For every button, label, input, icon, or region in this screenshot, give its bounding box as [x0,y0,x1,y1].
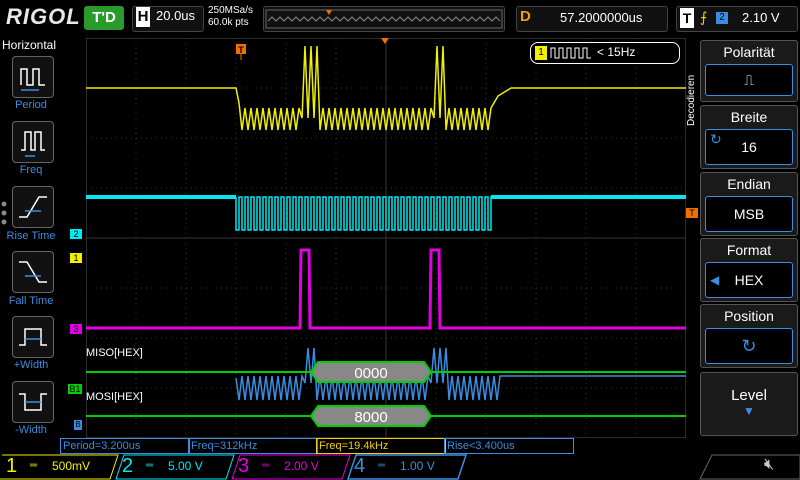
counter-pulse-icon [550,47,591,59]
bus-marker[interactable]: B1 [68,384,82,394]
waveform-canvas: 0000 8000 MISO[HEX] MOSI[HEX] T [85,37,687,439]
ch1-ground-marker[interactable]: 1 [70,253,82,263]
position-title: Position [724,308,774,324]
width-value: 16 [741,139,757,155]
position-menu-item[interactable]: Position ↻ [700,304,798,368]
format-value-box: ◀ HEX [705,262,793,298]
measurement-period-text: Period=3.200us [63,440,141,452]
miso-label: MISO[HEX] [86,347,143,359]
brand-logo: RIGOL [6,4,81,29]
trigger-level-marker[interactable]: T [686,208,698,218]
decode-menu-tab: Decodieren [686,74,697,126]
format-value: HEX [734,272,764,288]
trigger-label: T [680,8,694,28]
memory-depth: 60.0k pts [208,17,249,28]
negative-width-icon [19,393,47,411]
format-title: Format [726,242,772,258]
pos-width-button[interactable] [12,316,54,358]
chevron-left-icon: ◀ [710,273,720,287]
chevron-down-icon: ▼ [743,404,755,418]
counter-channel-badge: 1 [535,46,547,60]
mosi-label: MOSI[HEX] [86,391,143,403]
freq-label: Freq [19,164,43,176]
frequency-counter[interactable]: 1 < 15Hz [530,42,680,64]
endian-title: Endian [727,176,771,192]
counter-value: < 15Hz [597,45,636,59]
polarity-title: Polarität [723,44,775,60]
speaker-mute-icon[interactable]: 🔇︎ [764,456,774,474]
position-knob-icon: ↻ [705,328,793,364]
memory-trigger-marker [326,10,332,15]
frequency-icon [21,131,45,157]
delay-label: D [520,8,531,25]
ch3-ground-marker[interactable]: 3 [70,324,82,334]
delay-value: 57.2000000us [560,10,643,25]
neg-width-label: -Width [15,424,47,436]
ch4-waveform [235,347,686,401]
period-label: Period [15,99,47,111]
trigger-status-badge: T'D [84,6,124,30]
fall-time-button[interactable] [12,251,54,293]
channel-bar-frame [0,454,800,480]
miso-value: 0000 [354,365,387,382]
polarity-menu-item[interactable]: Polarität ⎍ [700,40,798,102]
left-page-dots [1,201,7,225]
freq-button[interactable] [12,121,54,163]
waveform-display[interactable]: 0000 8000 MISO[HEX] MOSI[HEX] T [85,37,687,439]
endian-menu-item[interactable]: Endian MSB [700,172,798,236]
memory-overview-bar[interactable] [263,6,505,32]
trigger-source-badge: 2 [716,12,728,24]
sample-rate-info: 250MSa/s 60.0k pts [208,5,253,29]
polarity-value: ⎍ [705,64,793,96]
trigger-position-marker [381,38,389,44]
memory-waveform-preview [265,9,503,29]
ch4-ground-marker[interactable]: B [74,420,82,430]
sample-rate: 250MSa/s [208,5,254,16]
left-menu-title: Horizontal [2,38,57,52]
width-menu-item[interactable]: Breite ↻ 16 [700,105,798,169]
rise-time-button[interactable] [12,186,54,228]
period-icon [20,68,45,91]
endian-value: MSB [705,196,793,232]
measurement-rise-text: Rise<3.400us [447,440,515,452]
fall-time-label: Fall Time [8,295,54,307]
mosi-value: 8000 [354,409,387,426]
period-button[interactable] [12,56,54,98]
positive-width-icon [19,328,47,346]
ch2-waveform [86,195,686,231]
rotate-knob-icon: ↻ [710,131,722,147]
timebase-value: 20.0us [156,8,196,23]
neg-width-button[interactable] [12,381,54,423]
level-menu-item[interactable]: Level ▼ [700,372,798,436]
ch2-ground-marker[interactable]: 2 [70,229,82,239]
rise-time-label: Rise Time [6,230,56,242]
fall-time-icon [19,261,47,283]
format-menu-item[interactable]: Format ◀ HEX [700,238,798,302]
horizontal-label: H [136,7,150,27]
pos-width-label: +Width [13,359,49,371]
trigger-level-value: 2.10 V [742,10,780,25]
rising-edge-icon: ⨍ [700,9,708,25]
measurement-freq-ch1-text: Freq=19.4kHz [319,440,389,452]
level-title: Level [731,387,767,404]
delay-marker-label: T [238,45,244,55]
width-value-box: ↻ 16 [705,129,793,165]
measurement-freq-ch4-text: Freq=312kHz [191,440,258,452]
rise-time-icon [19,196,47,218]
